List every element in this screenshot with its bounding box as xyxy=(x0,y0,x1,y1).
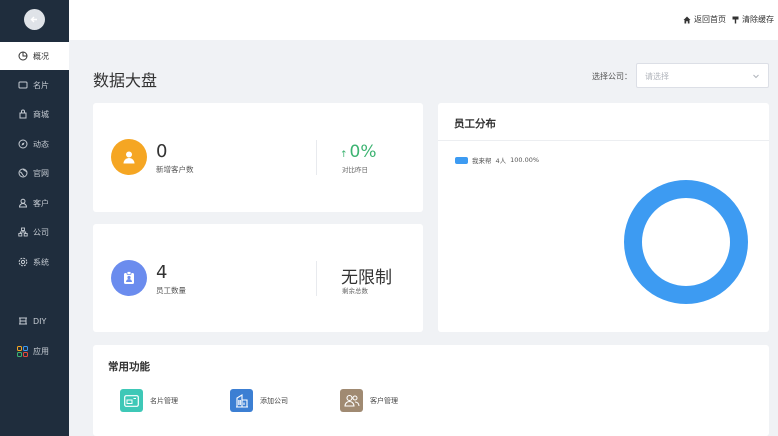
common-functions-title: 常用功能 xyxy=(108,361,150,373)
diy-icon xyxy=(17,316,28,327)
change-value: ↑ 0% xyxy=(340,142,377,162)
org-icon xyxy=(17,227,28,238)
home-link[interactable]: 返回首页 xyxy=(683,14,726,25)
new-customers-value: 0 xyxy=(156,141,168,162)
company-select-label: 选择公司： xyxy=(592,72,632,81)
add-company-button[interactable]: 添加公司 xyxy=(230,389,288,412)
compass-icon xyxy=(17,139,28,150)
sidebar-item-label: 商城 xyxy=(33,109,49,119)
distribution-title: 员工分布 xyxy=(454,118,496,130)
sidebar-item-cards[interactable]: 名片 xyxy=(0,71,69,99)
sidebar-item-website[interactable]: 官网 xyxy=(0,159,69,187)
card-management-button[interactable]: 名片管理 xyxy=(120,389,178,412)
sidebar-item-label: 公司 xyxy=(33,227,49,237)
sidebar-item-company[interactable]: 公司 xyxy=(0,218,69,246)
sidebar-item-customers[interactable]: 客户 xyxy=(0,189,69,217)
new-customers-label: 新增客户数 xyxy=(156,165,194,174)
dashboard-icon xyxy=(17,51,28,62)
sidebar-item-label: DIY xyxy=(33,316,47,326)
legend-percent: 100.00% xyxy=(510,156,540,164)
user-icon xyxy=(17,198,28,209)
func-label: 名片管理 xyxy=(150,396,178,405)
sidebar: 概况 名片 商城 动态 官网 客户 公司 系统 DIY 应用 xyxy=(0,0,69,436)
sidebar-item-label: 名片 xyxy=(33,80,49,90)
legend-item[interactable]: 我来帮 4人 100.00% xyxy=(455,155,539,165)
top-header: 返回首页 清除缓存 xyxy=(69,0,778,40)
remaining-label: 剩余总数 xyxy=(342,287,368,295)
company-select-placeholder: 请选择 xyxy=(645,72,669,81)
globe-icon xyxy=(17,168,28,179)
home-icon xyxy=(683,16,691,23)
func-label: 客户管理 xyxy=(370,396,398,405)
company-select[interactable]: 请选择 xyxy=(636,63,769,88)
employee-distribution-card: 员工分布 我来帮 4人 100.00% xyxy=(438,103,769,332)
divider xyxy=(316,261,317,296)
employees-label: 员工数量 xyxy=(156,286,186,295)
customer-management-button[interactable]: 客户管理 xyxy=(340,389,398,412)
sidebar-item-system[interactable]: 系统 xyxy=(0,248,69,276)
donut-chart xyxy=(624,180,748,304)
donut-slice[interactable] xyxy=(624,180,748,304)
sidebar-item-label: 应用 xyxy=(33,346,49,356)
brush-icon xyxy=(732,16,739,23)
gear-icon xyxy=(17,257,28,268)
sidebar-item-shop[interactable]: 商城 xyxy=(0,100,69,128)
change-percent: 0% xyxy=(349,142,377,162)
chevron-down-icon xyxy=(753,74,759,79)
sidebar-item-overview[interactable]: 概况 xyxy=(0,42,69,70)
id-card-icon xyxy=(120,389,143,412)
divider xyxy=(316,140,317,175)
change-label: 对比昨日 xyxy=(342,166,368,174)
users-icon xyxy=(340,389,363,412)
common-functions-card: 常用功能 名片管理 添加公司 客户管理 xyxy=(93,345,769,436)
sidebar-item-label: 客户 xyxy=(33,198,49,208)
legend-count: 4人 xyxy=(495,157,507,165)
sidebar-item-apps[interactable]: 应用 xyxy=(0,337,69,365)
building-icon xyxy=(230,389,253,412)
sidebar-item-label: 系统 xyxy=(33,257,49,267)
func-label: 添加公司 xyxy=(260,396,288,405)
divider xyxy=(438,140,769,141)
back-logo-icon[interactable] xyxy=(24,9,45,30)
employees-card: 4 员工数量 无限制 剩余总数 xyxy=(93,224,423,332)
legend-name: 我来帮 xyxy=(472,157,492,165)
sidebar-item-label: 动态 xyxy=(33,139,49,149)
clear-cache-link[interactable]: 清除缓存 xyxy=(732,14,774,25)
legend-swatch xyxy=(455,156,468,164)
employees-value: 4 xyxy=(156,262,168,283)
card-icon xyxy=(17,80,28,91)
apps-icon xyxy=(17,345,28,357)
badge-icon xyxy=(111,260,147,296)
customer-avatar-icon xyxy=(111,139,147,175)
up-arrow-icon: ↑ xyxy=(340,150,348,160)
sidebar-item-label: 概况 xyxy=(33,51,49,61)
shop-icon xyxy=(17,109,28,120)
page-title: 数据大盘 xyxy=(93,71,158,90)
sidebar-item-label: 官网 xyxy=(33,168,49,178)
sidebar-item-news[interactable]: 动态 xyxy=(0,130,69,158)
clear-cache-label: 清除缓存 xyxy=(742,15,774,24)
home-link-label: 返回首页 xyxy=(694,15,726,24)
new-customers-card: 0 新增客户数 ↑ 0% 对比昨日 xyxy=(93,103,423,212)
sidebar-item-diy[interactable]: DIY xyxy=(0,307,69,335)
